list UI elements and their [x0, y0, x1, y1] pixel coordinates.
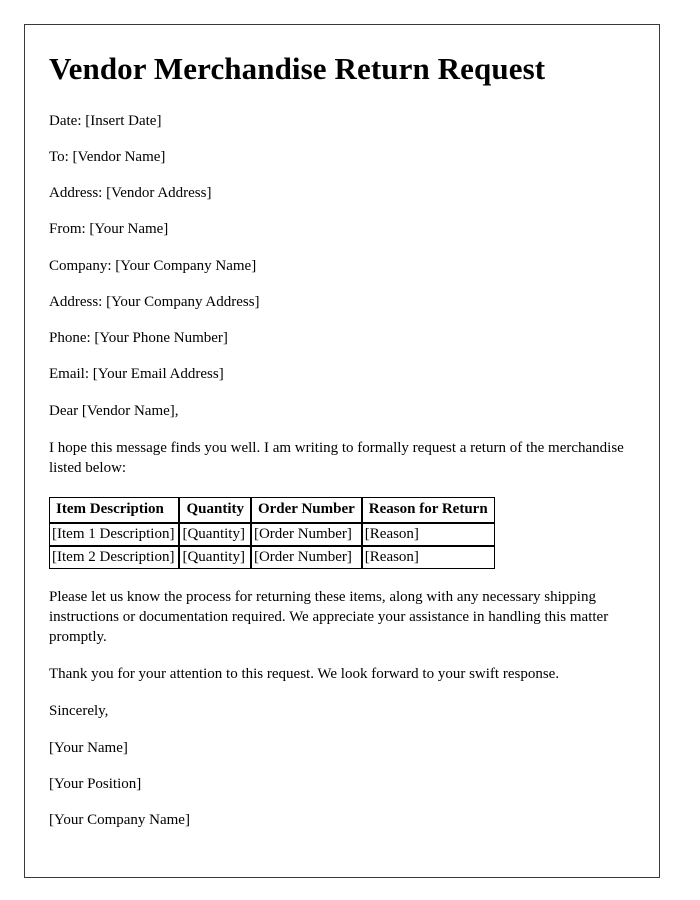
table-head: Item Description Quantity Order Number R…: [49, 497, 495, 523]
column-header-item-description: Item Description: [49, 497, 180, 523]
intro-paragraph: I hope this message finds you well. I am…: [49, 439, 624, 476]
thanks-paragraph: Thank you for your attention to this req…: [49, 665, 560, 682]
signature-name: [Your Name]: [49, 739, 128, 756]
document-body: Vendor Merchandise Return Request Date: …: [25, 25, 659, 829]
signature-company: [Your Company Name]: [49, 812, 190, 829]
field-email: Email: [Your Email Address]: [49, 366, 224, 383]
field-company: Company: [Your Company Name]: [49, 257, 257, 274]
page-title: Vendor Merchandise Return Request: [49, 51, 546, 86]
closing-line: Sincerely,: [49, 703, 109, 720]
cell-quantity: [Quantity]: [179, 545, 251, 570]
merchandise-return-table: Item Description Quantity Order Number R…: [49, 497, 495, 570]
field-phone: Phone: [Your Phone Number]: [49, 330, 228, 347]
cell-quantity: [Quantity]: [179, 522, 251, 546]
field-from: From: [Your Name]: [49, 221, 169, 238]
table-body: [Item 1 Description] [Quantity] [Order N…: [49, 522, 495, 570]
column-header-reason-for-return: Reason for Return: [361, 497, 495, 523]
cell-order-number: [Order Number]: [250, 545, 362, 570]
field-date: Date: [Insert Date]: [49, 112, 162, 129]
cell-item-description: [Item 1 Description]: [49, 522, 180, 546]
table-header-row: Item Description Quantity Order Number R…: [49, 497, 495, 523]
cell-item-description: [Item 2 Description]: [49, 545, 180, 570]
cell-reason: [Reason]: [361, 522, 495, 546]
cell-reason: [Reason]: [361, 545, 495, 570]
signature-position: [Your Position]: [49, 775, 142, 792]
column-header-order-number: Order Number: [250, 497, 362, 523]
table-row: [Item 1 Description] [Quantity] [Order N…: [49, 522, 495, 546]
table-row: [Item 2 Description] [Quantity] [Order N…: [49, 545, 495, 570]
salutation: Dear [Vendor Name],: [49, 402, 179, 419]
document-page: Vendor Merchandise Return Request Date: …: [24, 24, 660, 878]
cell-order-number: [Order Number]: [250, 522, 362, 546]
column-header-quantity: Quantity: [179, 497, 251, 523]
process-paragraph: Please let us know the process for retur…: [49, 589, 609, 645]
field-company-address: Address: [Your Company Address]: [49, 293, 260, 310]
field-vendor-address: Address: [Vendor Address]: [49, 185, 212, 202]
field-to: To: [Vendor Name]: [49, 148, 166, 165]
